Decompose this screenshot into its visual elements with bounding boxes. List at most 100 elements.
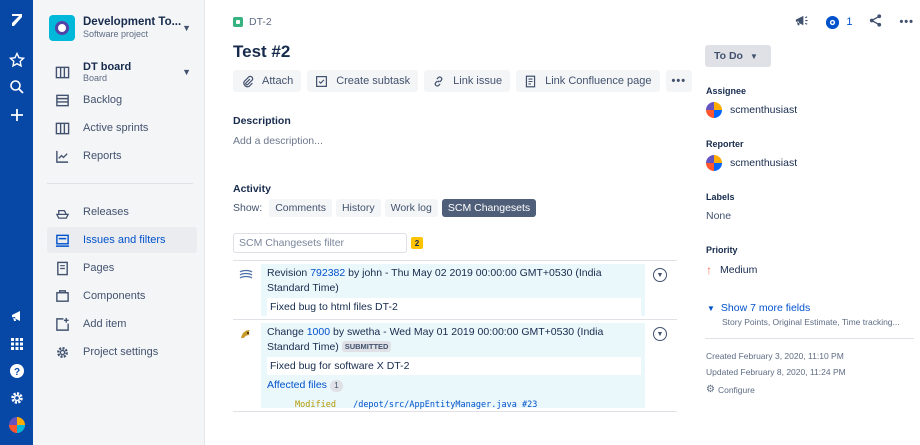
sidebar-item-label: Reports [83,150,122,162]
sidebar-item-label: Add item [83,318,127,330]
project-header[interactable]: Development To... Software project ▼ [49,12,199,44]
add-item-icon [54,316,70,332]
breadcrumb[interactable]: DT-2 [233,16,272,28]
show-more-fields-link[interactable]: ▼ Show 7 more fields [707,302,810,314]
sidebar-item-label: Issues and filters [83,234,166,246]
project-name: Development To... [83,16,182,28]
columns-icon [54,120,70,136]
page-icon [54,260,70,276]
reporter-label: Reporter [706,139,744,149]
affected-files-toggle[interactable]: Affected files 1 [267,379,677,392]
priority-field[interactable]: ↑ Medium [706,263,757,277]
backlog-icon [54,92,70,108]
more-actions-button[interactable]: ••• [665,70,693,92]
avatar [706,155,722,171]
sidebar-item-label: Backlog [83,94,123,106]
app-switcher-icon[interactable] [0,332,33,356]
sidebar-item-reports[interactable]: Reports [47,143,197,169]
search-icon[interactable] [0,75,33,99]
watchers-button[interactable]: 1 [825,15,852,30]
sidebar-divider [47,183,193,184]
changeset-header: Revision 792382 by john - Thu May 02 201… [267,266,637,296]
board-icon [54,64,70,80]
help-icon[interactable]: ? [0,359,33,383]
jira-logo-icon[interactable] [0,8,33,32]
sidebar-item-issues-and-filters[interactable]: Issues and filters [47,227,197,253]
chart-icon [54,148,70,164]
link-icon [434,75,443,87]
sidebar-item-releases[interactable]: Releases [47,199,197,225]
created-date: Created February 3, 2020, 11:10 PM [706,351,844,361]
tab-scm-changesets[interactable]: SCM Changesets [441,199,537,217]
paperclip-icon [243,75,254,87]
change-link[interactable]: 1000 [307,326,330,338]
sidebar-item-label: Components [83,290,146,302]
tab-work-log[interactable]: Work log [384,199,438,217]
svn-icon [239,269,253,279]
create-plus-icon[interactable] [0,103,33,127]
file-path-link[interactable]: /depot/src/AppEntityManager.java #23 [353,400,537,410]
settings-gear-icon[interactable] [0,386,33,410]
status-badge: SUBMITTED [341,341,392,352]
scm-filter-input[interactable]: SCM Changesets filter [233,233,407,253]
changeset-message: Fixed bug to html files DT-2 [267,298,641,316]
create-subtask-button[interactable]: Create subtask [307,70,419,92]
affected-files-count: 1 [329,380,343,392]
sidebar-item-pages[interactable]: Pages [47,255,197,281]
sidebar-item-components[interactable]: Components [47,283,197,309]
sidebar-item-add-item[interactable]: Add item [47,311,197,337]
chevron-down-icon: ▼ [749,51,758,61]
changeset-count-badge: 2 [411,237,423,249]
sidebar-item-label: Project settings [83,346,159,358]
tab-history[interactable]: History [335,199,381,217]
issue-key[interactable]: DT-2 [249,16,272,28]
feedback-megaphone-icon[interactable] [794,13,809,31]
issue-header-actions: 1 ••• [794,13,914,31]
issue-title[interactable]: Test #2 [233,42,290,62]
share-icon[interactable] [868,13,883,31]
project-sidebar: Development To... Software project ▼ DT … [33,0,205,445]
attach-label: Attach [262,75,294,87]
megaphone-icon[interactable] [0,304,33,328]
changeset-prefix: Change [267,326,304,338]
priority-value: Medium [720,264,758,276]
avatar [706,102,722,118]
chevron-down-icon: ▼ [182,23,191,33]
revision-link[interactable]: 792382 [310,267,345,279]
star-icon[interactable] [0,48,33,72]
link-confluence-page-button[interactable]: Link Confluence page [516,70,660,92]
activity-heading: Activity [233,183,271,195]
status-dropdown[interactable]: To Do ▼ [705,45,771,67]
expand-toggle-icon[interactable]: ▼ [653,268,667,282]
perforce-icon [241,330,250,338]
link-issue-button[interactable]: Link issue [424,70,511,92]
tab-comments[interactable]: Comments [269,199,332,217]
attach-button[interactable]: Attach [233,70,302,92]
project-avatar [49,15,75,41]
filter-icon [54,232,70,248]
sidebar-item-backlog[interactable]: Backlog [47,87,197,113]
more-options-icon[interactable]: ••• [899,16,914,28]
issue-action-bar: Attach Create subtask Link issue Link Co… [233,70,693,92]
reporter-field[interactable]: scmenthusiast [706,155,797,171]
description-placeholder[interactable]: Add a description... [233,135,323,147]
issue-details-panel: 1 ••• To Do ▼ Assignee scmenthusiast Rep… [705,0,920,445]
user-avatar-icon[interactable] [0,413,33,437]
sidebar-item-project-settings[interactable]: Project settings [47,339,197,365]
more-dots-icon: ••• [671,75,687,87]
labels-value[interactable]: None [706,210,731,222]
sidebar-item-label: Releases [83,206,129,218]
activity-tabs: Show: Comments History Work log SCM Chan… [233,199,537,217]
assignee-field[interactable]: scmenthusiast [706,102,797,118]
expand-toggle-icon[interactable]: ▼ [653,327,667,341]
changeset-message: Fixed bug for software X DT-2 [267,357,641,375]
sidebar-item-label: Active sprints [83,122,149,134]
sidebar-item-active-sprints[interactable]: Active sprints [47,115,197,141]
svg-text:?: ? [13,367,19,378]
file-action: Modified [295,400,336,410]
changeset-prefix: Revision [267,267,308,279]
gear-icon: ⚙ [706,384,715,395]
board-label: DT board [83,61,132,73]
sidebar-item-board[interactable]: DT board Board ▼ [47,58,197,86]
configure-link[interactable]: ⚙ Configure [706,384,755,395]
